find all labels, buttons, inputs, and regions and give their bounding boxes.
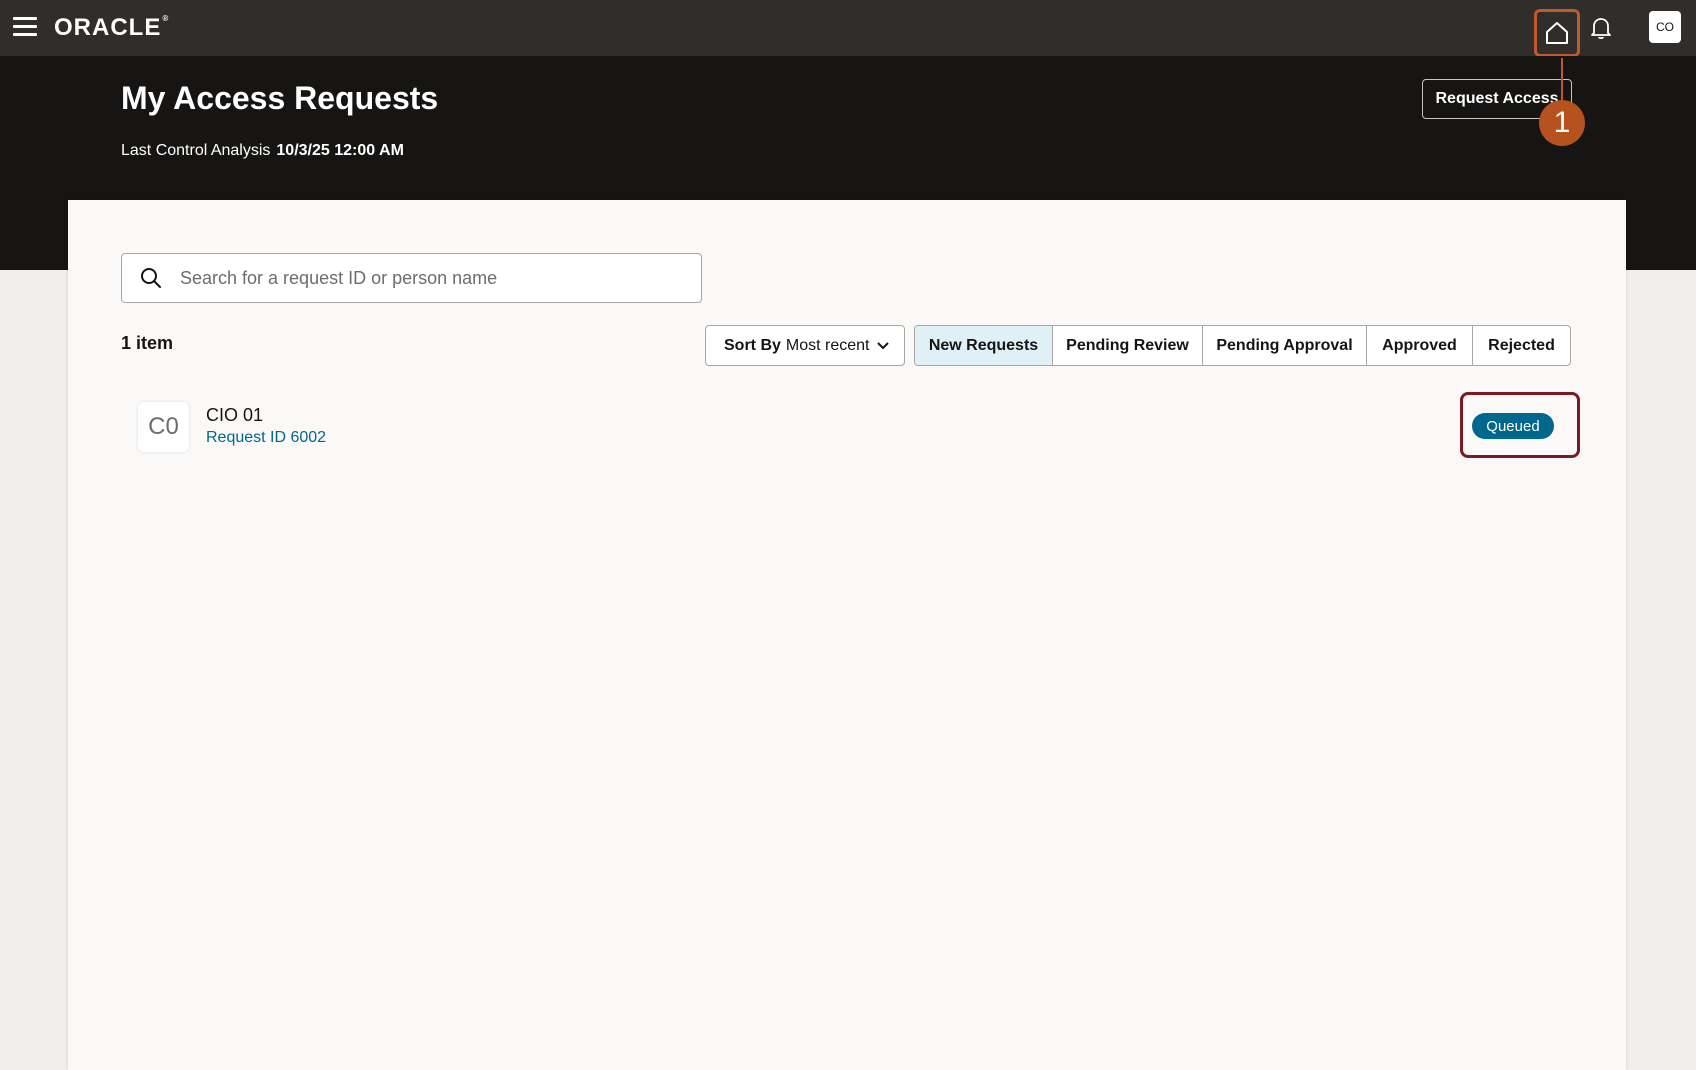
logo-text: ORACLE bbox=[54, 14, 162, 41]
search-input[interactable] bbox=[180, 267, 680, 289]
callout-connector bbox=[1561, 58, 1563, 102]
status-filter-tabs: New Requests Pending Review Pending Appr… bbox=[914, 325, 1571, 366]
hamburger-menu-icon[interactable] bbox=[13, 17, 37, 37]
page-title: My Access Requests bbox=[121, 80, 439, 116]
search-icon bbox=[122, 267, 180, 289]
status-badge: Queued bbox=[1472, 413, 1554, 439]
sort-value: Most recent bbox=[785, 336, 870, 354]
tab-rejected[interactable]: Rejected bbox=[1472, 326, 1570, 365]
search-box[interactable] bbox=[121, 253, 702, 303]
user-avatar[interactable]: CO bbox=[1649, 11, 1681, 43]
tab-pending-approval[interactable]: Pending Approval bbox=[1202, 326, 1366, 365]
last-analysis-value: 10/3/25 12:00 AM bbox=[276, 142, 404, 159]
result-count: 1 item bbox=[121, 333, 174, 353]
oracle-logo[interactable]: ORACLE® bbox=[54, 14, 169, 42]
list-item[interactable]: C0 CIO 01 Request ID 6002 bbox=[138, 400, 1578, 454]
callout-marker: 1 bbox=[1539, 100, 1585, 146]
sort-label: Sort By bbox=[724, 336, 781, 354]
avatar: C0 bbox=[138, 402, 189, 452]
chevron-down-icon bbox=[876, 339, 890, 358]
tab-pending-review[interactable]: Pending Review bbox=[1052, 326, 1202, 365]
request-id-link[interactable]: Request ID 6002 bbox=[206, 429, 326, 447]
home-icon[interactable] bbox=[1534, 9, 1580, 57]
last-control-analysis: Last Control Analysis 10/3/25 12:00 AM bbox=[121, 142, 404, 160]
sort-dropdown[interactable]: Sort By Most recent bbox=[705, 325, 905, 366]
last-analysis-label: Last Control Analysis bbox=[121, 142, 271, 159]
top-navigation-bar: ORACLE® CO bbox=[0, 0, 1696, 57]
bell-icon[interactable] bbox=[1586, 14, 1616, 42]
tab-approved[interactable]: Approved bbox=[1366, 326, 1472, 365]
requester-name: CIO 01 bbox=[206, 405, 264, 425]
tab-new-requests[interactable]: New Requests bbox=[915, 326, 1052, 365]
